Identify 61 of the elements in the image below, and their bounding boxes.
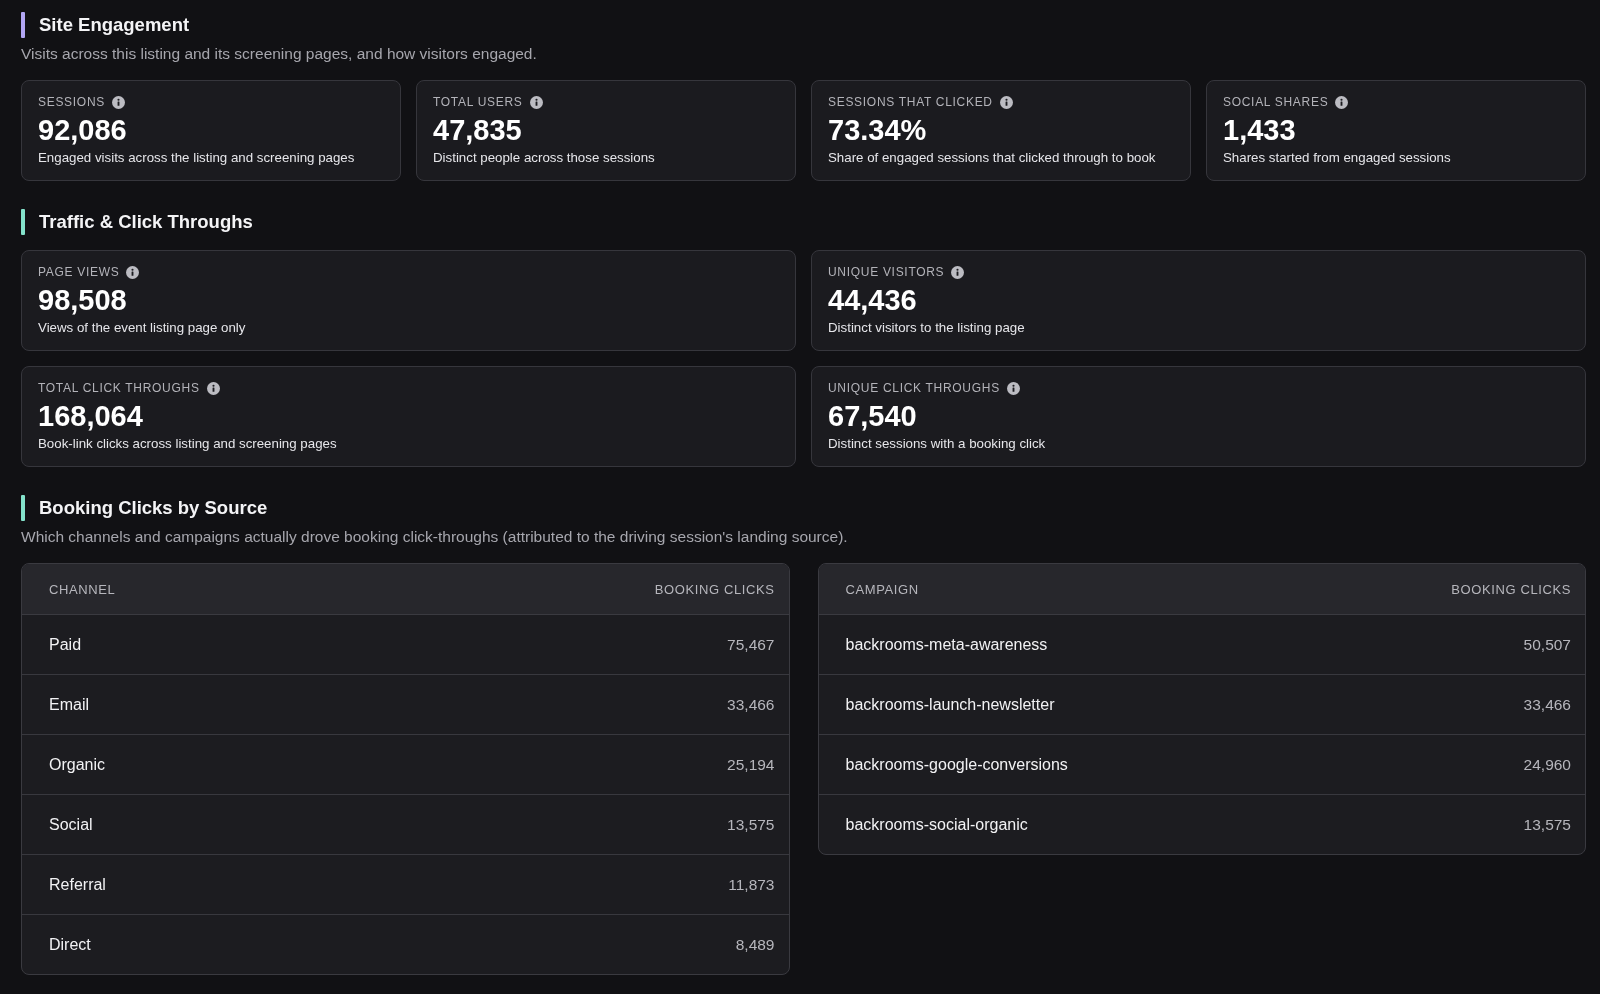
info-icon [1006,381,1020,395]
table-cell: backrooms-meta-awareness [845,635,1048,654]
info-icon [1335,95,1349,109]
table-cell: Referral [49,875,106,894]
section-subtitle: Which channels and campaigns actually drove booking click-throughs (attributed to the driving session's landing source). [21,527,849,547]
stat-description: Distinct visitors to the listing page [828,319,1026,337]
table-cell: Social [49,815,93,834]
table-cell: 13,575 [1523,815,1571,834]
stat-label: SOCIAL SHARES [1223,94,1329,110]
column-header: BOOKING CLICKS [654,581,775,597]
stat-label: SESSIONS THAT CLICKED [828,94,993,110]
section-title: Booking Clicks by Source [39,496,268,520]
table-cell: Email [49,695,89,714]
stat-description: Share of engaged sessions that clicked through to book [828,149,1157,167]
stat-description: Views of the event listing page only [38,319,247,337]
stat-label: UNIQUE VISITORS [828,264,945,280]
table-cell: backrooms-launch-newsletter [845,695,1055,714]
stat-label: PAGE VIEWS [38,264,120,280]
table-cell: backrooms-social-organic [845,815,1028,834]
table-cell: 33,466 [1523,695,1571,714]
stat-label: TOTAL CLICK THROUGHS [38,380,200,396]
stat-description: Engaged visits across the listing and screening pages [38,149,356,167]
table-cell: 50,507 [1523,635,1571,654]
stat-label: SESSIONS [38,94,105,110]
table-cell: 25,194 [727,755,775,774]
stat-description: Distinct people across those sessions [433,149,656,167]
stat-value: 44,436 [828,283,918,317]
section-title: Site Engagement [39,13,190,37]
stat-description: Distinct sessions with a booking click [828,435,1047,453]
table-cell: 11,873 [728,875,775,894]
stat-value: 67,540 [828,399,918,433]
table-cell: 24,960 [1523,755,1571,774]
column-header: CAMPAIGN [845,581,919,597]
info-icon [529,95,543,109]
table-cell: 13,575 [727,815,775,834]
table-cell: Direct [49,935,91,954]
table-cell: 8,489 [735,935,775,954]
stat-value: 73.34% [828,113,928,147]
table-cell: Organic [49,755,106,774]
table-cell: Paid [49,635,82,654]
column-header: BOOKING CLICKS [1451,581,1571,597]
stat-value: 92,086 [38,113,128,147]
info-icon [951,265,965,279]
stat-value: 98,508 [38,283,128,317]
info-icon [206,381,220,395]
stat-value: 47,835 [433,113,523,147]
stat-description: Shares started from engaged sessions [1223,149,1452,167]
table-cell: backrooms-google-conversions [845,755,1068,774]
column-header: CHANNEL [49,581,116,597]
table-cell: 75,467 [727,635,775,654]
info-icon [111,95,125,109]
stat-label: TOTAL USERS [433,94,523,110]
table-cell: 33,466 [727,695,775,714]
stat-value: 1,433 [1223,113,1297,147]
info-icon [999,95,1013,109]
stat-description: Book-link clicks across listing and screening pages [38,435,338,453]
stat-label: UNIQUE CLICK THROUGHS [828,380,1000,396]
section-subtitle: Visits across this listing and its screening pages, and how visitors engaged. [21,44,538,64]
info-icon [126,265,140,279]
stat-value: 168,064 [38,399,144,433]
section-title: Traffic & Click Throughs [39,210,253,234]
